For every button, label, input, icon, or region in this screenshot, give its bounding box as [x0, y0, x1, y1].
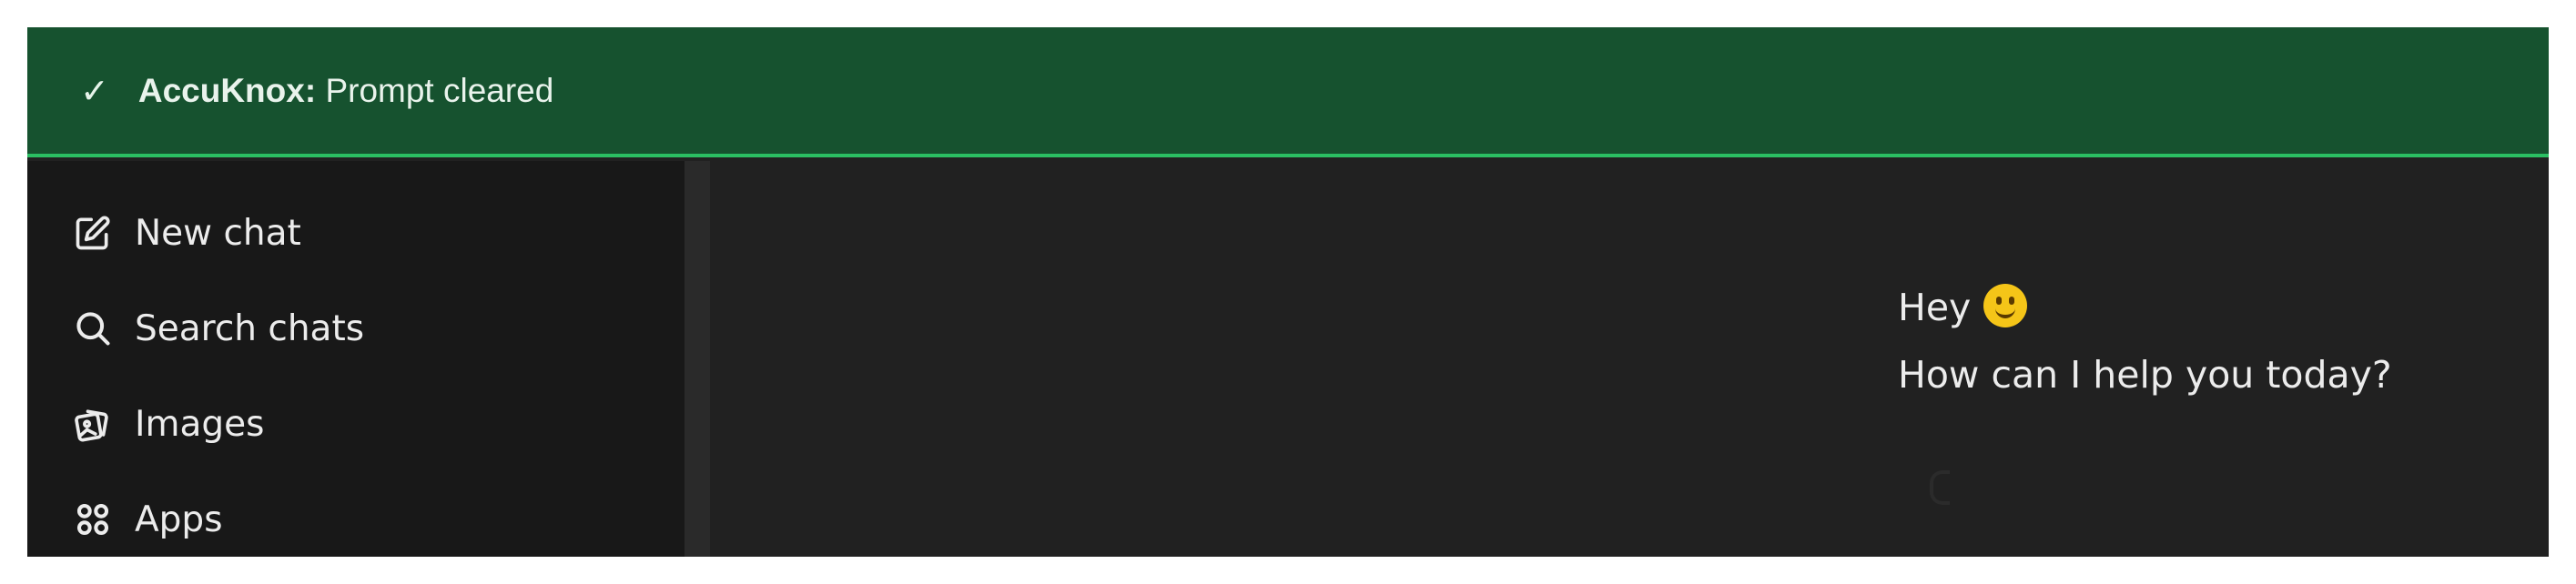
sidebar-item-search-chats[interactable]: Search chats [73, 301, 364, 356]
greeting-line-2: How can I help you today? [1898, 353, 2392, 397]
sidebar-resize-handle[interactable] [685, 161, 710, 557]
sidebar-item-label: Apps [135, 498, 223, 540]
apps-icon [73, 499, 113, 539]
sidebar: New chat Search chats Images Apps [27, 161, 685, 557]
smiley-emoji-icon [1983, 284, 2028, 327]
toast-text: AccuKnox: Prompt cleared [138, 72, 553, 110]
sidebar-item-apps[interactable]: Apps [73, 492, 223, 547]
sidebar-item-new-chat[interactable]: New chat [73, 206, 301, 260]
sidebar-item-images[interactable]: Images [73, 397, 264, 451]
edit-icon [73, 213, 113, 253]
toast-message: Prompt cleared [325, 71, 554, 109]
greeting: Hey How can I help you today? [1898, 274, 2392, 408]
loading-glyph-icon [1930, 470, 1950, 505]
toast-notification: ✓ AccuKnox: Prompt cleared [27, 27, 2549, 157]
sidebar-item-label: Images [135, 403, 265, 445]
images-icon [73, 404, 113, 444]
greeting-line-1: Hey [1898, 274, 2392, 341]
check-icon: ✓ [80, 70, 109, 111]
greeting-hey: Hey [1898, 286, 1972, 329]
app-window: ✓ AccuKnox: Prompt cleared New chat Sear… [27, 27, 2549, 557]
chat-main: Hey How can I help you today? [710, 161, 2549, 557]
sidebar-item-label: Search chats [135, 307, 365, 349]
toast-brand: AccuKnox: [137, 71, 317, 109]
sidebar-item-label: New chat [135, 212, 301, 254]
search-icon [73, 308, 113, 348]
